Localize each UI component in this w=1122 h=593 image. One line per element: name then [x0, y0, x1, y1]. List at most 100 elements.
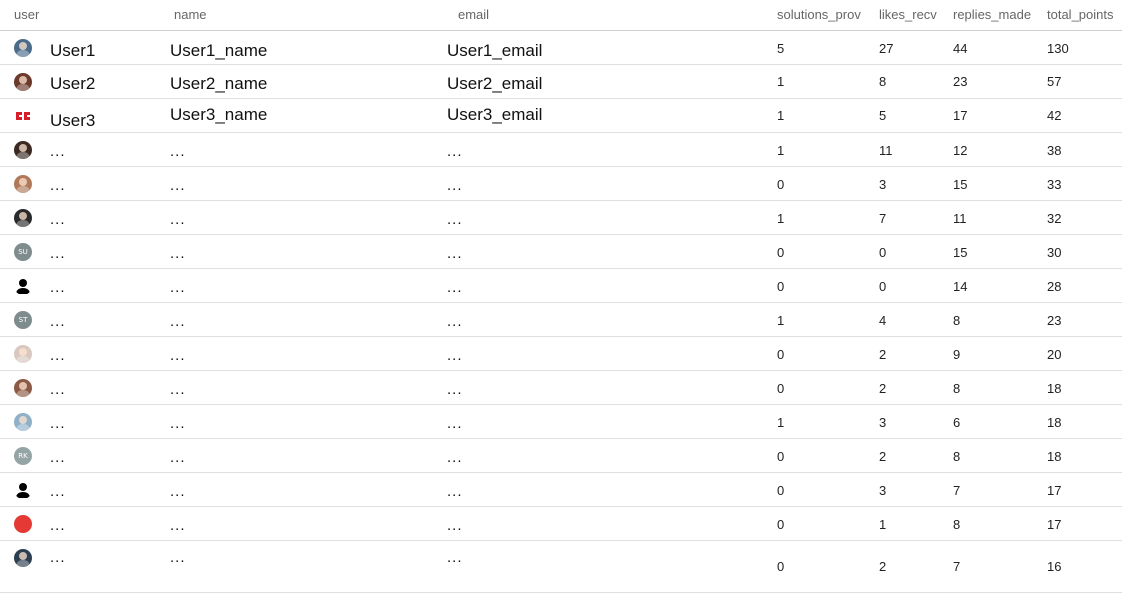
table-row[interactable]: ......... 1 11 12 38 — [0, 133, 1122, 167]
table-row[interactable]: ......... 0 2 8 18 — [0, 371, 1122, 405]
total-cell: 18 — [1047, 449, 1062, 464]
table-row[interactable]: ......... 0 3 15 33 — [0, 167, 1122, 201]
email-cell: ... — [447, 177, 463, 194]
solutions-cell: 1 — [777, 143, 785, 158]
table-row[interactable]: SU......... 0 0 15 30 — [0, 235, 1122, 269]
solutions-cell: 0 — [777, 559, 785, 574]
table-row[interactable]: ......... 0 3 7 17 — [0, 473, 1122, 507]
total-cell: 23 — [1047, 313, 1062, 328]
table-row[interactable]: ......... 0 2 7 16 — [0, 541, 1122, 593]
replies-cell: 15 — [953, 177, 968, 192]
name-cell: User1_name — [170, 41, 268, 60]
solutions-cell: 0 — [777, 517, 785, 532]
email-cell: ... — [447, 483, 463, 500]
name-cell: ... — [170, 211, 186, 228]
replies-cell: 8 — [953, 517, 961, 532]
name-cell: ... — [170, 517, 186, 534]
solutions-cell: 0 — [777, 449, 785, 464]
person-silhouette-icon — [14, 277, 32, 295]
email-cell: User2_email — [447, 74, 543, 93]
solutions-cell: 0 — [777, 381, 785, 396]
table-row[interactable]: User2 User2_name User2_email 1 8 23 57 — [0, 65, 1122, 99]
solutions-cell: 1 — [777, 415, 785, 430]
leaderboard-table: user name email solutions_prov likes_rec… — [0, 0, 1122, 593]
avatar-initials-icon: SU — [14, 243, 32, 261]
likes-cell: 0 — [879, 245, 887, 260]
email-cell: User3_email — [447, 105, 543, 124]
email-cell: ... — [447, 549, 463, 566]
email-cell: ... — [447, 449, 463, 466]
avatar-photo-icon — [14, 379, 32, 397]
table-header: user name email solutions_prov likes_rec… — [0, 0, 1122, 31]
table-row[interactable]: ......... 0 1 8 17 — [0, 507, 1122, 541]
user-cell: ... — [50, 279, 66, 296]
name-cell: ... — [170, 549, 186, 566]
user-cell: User3 — [50, 111, 96, 130]
name-cell: ... — [170, 143, 186, 160]
replies-cell: 15 — [953, 245, 968, 260]
email-cell: ... — [447, 211, 463, 228]
user-cell: ... — [50, 381, 66, 398]
table-row[interactable]: ......... 1 7 11 32 — [0, 201, 1122, 235]
solutions-cell: 0 — [777, 177, 785, 192]
column-header-email[interactable]: email — [458, 7, 489, 22]
column-header-name[interactable]: name — [174, 7, 207, 22]
solutions-cell: 0 — [777, 483, 785, 498]
likes-cell: 1 — [879, 517, 887, 532]
likes-cell: 2 — [879, 449, 887, 464]
likes-cell: 8 — [879, 74, 887, 89]
person-silhouette-icon — [14, 481, 32, 499]
total-cell: 130 — [1047, 41, 1069, 56]
total-cell: 20 — [1047, 347, 1062, 362]
email-cell: User1_email — [447, 41, 543, 60]
avatar-photo-icon — [14, 549, 32, 567]
avatar-photo-icon — [14, 345, 32, 363]
table-row[interactable]: ......... 0 0 14 28 — [0, 269, 1122, 303]
column-header-total[interactable]: total_points — [1047, 7, 1114, 22]
avatar-photo-icon — [14, 209, 32, 227]
table-row[interactable]: ......... 1 3 6 18 — [0, 405, 1122, 439]
column-header-solutions[interactable]: solutions_prov — [777, 7, 861, 22]
column-header-user[interactable]: user — [14, 7, 39, 22]
likes-cell: 2 — [879, 347, 887, 362]
replies-cell: 17 — [953, 108, 968, 123]
name-cell: ... — [170, 415, 186, 432]
table-row[interactable]: ST......... 1 4 8 23 — [0, 303, 1122, 337]
replies-cell: 7 — [953, 559, 961, 574]
name-cell: ... — [170, 347, 186, 364]
solutions-cell: 1 — [777, 211, 785, 226]
total-cell: 42 — [1047, 108, 1062, 123]
likes-cell: 7 — [879, 211, 887, 226]
replies-cell: 14 — [953, 279, 968, 294]
solutions-cell: 1 — [777, 313, 785, 328]
avatar-photo-icon — [14, 39, 32, 57]
table-row[interactable]: RK......... 0 2 8 18 — [0, 439, 1122, 473]
user-cell: ... — [50, 245, 66, 262]
table-row[interactable]: User3 User3_name User3_email 1 5 17 42 — [0, 99, 1122, 133]
email-cell: ... — [447, 313, 463, 330]
avatar-photo-icon — [14, 141, 32, 159]
name-cell: ... — [170, 483, 186, 500]
likes-cell: 27 — [879, 41, 894, 56]
user-cell: User2 — [50, 74, 96, 93]
replies-cell: 6 — [953, 415, 961, 430]
name-cell: ... — [170, 381, 186, 398]
avatar-initials: SU — [18, 248, 28, 256]
avatar-photo-icon — [14, 413, 32, 431]
total-cell: 33 — [1047, 177, 1062, 192]
user-cell: ... — [50, 143, 66, 160]
replies-cell: 7 — [953, 483, 961, 498]
column-header-replies[interactable]: replies_made — [953, 7, 1031, 22]
email-cell: ... — [447, 143, 463, 160]
replies-cell: 8 — [953, 449, 961, 464]
user-cell: ... — [50, 517, 66, 534]
email-cell: ... — [447, 517, 463, 534]
total-cell: 30 — [1047, 245, 1062, 260]
table-row[interactable]: ......... 0 2 9 20 — [0, 337, 1122, 371]
table-row[interactable]: User1 User1_name User1_email 5 27 44 130 — [0, 31, 1122, 65]
column-header-likes[interactable]: likes_recv — [879, 7, 937, 22]
avatar-initials-icon: ST — [14, 311, 32, 329]
email-cell: ... — [447, 415, 463, 432]
avatar-photo-icon — [14, 175, 32, 193]
name-cell: ... — [170, 245, 186, 262]
